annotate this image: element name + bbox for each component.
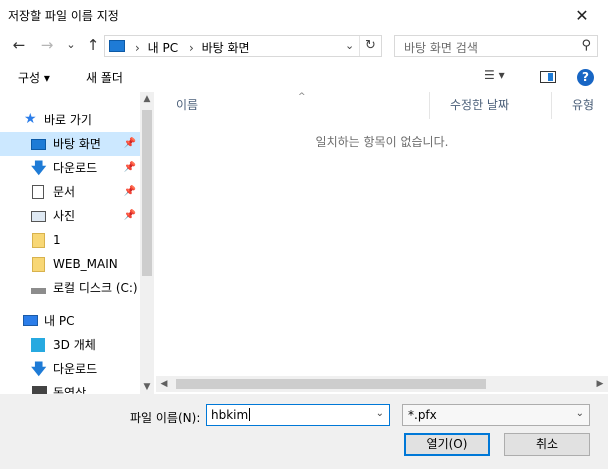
search-icon[interactable]: ⚲	[581, 38, 591, 53]
chevron-down-icon[interactable]: ⌄	[576, 408, 584, 419]
sidebar-item-desktop[interactable]: 바탕 화면 📌	[0, 132, 140, 156]
scroll-up-icon[interactable]: ▲	[140, 92, 154, 106]
column-header-name[interactable]: 이름	[156, 92, 430, 119]
folder-icon	[32, 257, 45, 272]
sidebar-item-quick-access[interactable]: ★ 바로 가기	[0, 108, 140, 132]
filename-field[interactable]: hbkim ⌄	[206, 404, 390, 426]
help-icon[interactable]: ?	[577, 69, 594, 86]
navigation-scrollbar[interactable]: ▲ ▼	[140, 92, 154, 394]
sidebar-item-pictures[interactable]: 사진 📌	[0, 204, 140, 228]
pin-icon: 📌	[123, 162, 136, 173]
breadcrumb: › 내 PC › 바탕 화면	[131, 39, 253, 56]
search-input[interactable]: 바탕 화면 검색 ⚲	[394, 35, 598, 57]
scroll-right-icon[interactable]: ▶	[592, 376, 608, 392]
pin-icon: 📌	[123, 186, 136, 197]
recent-locations-button[interactable]: ⌄	[62, 36, 80, 54]
sidebar-item-documents[interactable]: 문서 📌	[0, 180, 140, 204]
sidebar-item-label: 다운로드	[53, 161, 98, 175]
sidebar-item-folder-1[interactable]: 1	[0, 228, 140, 252]
desktop-icon	[31, 139, 46, 150]
scroll-thumb[interactable]	[176, 379, 486, 389]
pc-icon	[23, 315, 38, 326]
breadcrumb-item[interactable]: 바탕 화면	[202, 41, 250, 55]
star-icon: ★	[24, 111, 37, 127]
cancel-button[interactable]: 취소	[504, 433, 590, 456]
sidebar-item-videos[interactable]: 동영상	[0, 381, 140, 394]
organize-button[interactable]: 구성 ▾	[18, 69, 50, 86]
sort-ascending-icon: ^	[298, 92, 306, 102]
sidebar-item-label: 로컬 디스크 (C:)	[53, 281, 138, 295]
up-button[interactable]: ↑	[84, 36, 102, 54]
sidebar-item-label: WEB_MAIN	[53, 257, 118, 271]
drive-icon	[31, 288, 46, 294]
sidebar-item-label: 바탕 화면	[53, 137, 101, 151]
back-button[interactable]: ←	[10, 36, 28, 54]
breadcrumb-separator: ›	[135, 41, 140, 55]
pin-icon: 📌	[123, 138, 136, 149]
refresh-icon[interactable]: ↻	[359, 36, 381, 56]
navigation-pane: ★ 바로 가기 바탕 화면 📌 🡇 다운로드 📌 문서 📌 사진 📌 1 WEB…	[0, 92, 154, 394]
column-header-type[interactable]: 유형	[552, 92, 608, 119]
sidebar-item-pc-downloads[interactable]: 🡇 다운로드	[0, 357, 140, 381]
horizontal-scrollbar[interactable]: ◀ ▶	[156, 376, 608, 392]
footer-panel: 파일 이름(N): hbkim ⌄ *.pfx ⌄ 열기(O) 취소	[0, 394, 608, 469]
sidebar-item-downloads[interactable]: 🡇 다운로드 📌	[0, 156, 140, 180]
view-options-button[interactable]: ☰ ▾	[484, 68, 505, 82]
filetype-value: *.pfx	[408, 408, 437, 422]
download-icon: 🡇	[31, 360, 47, 378]
sidebar-item-label: 다운로드	[53, 362, 98, 376]
sidebar-item-label: 내 PC	[44, 314, 75, 328]
empty-message: 일치하는 항목이 없습니다.	[315, 135, 449, 149]
3d-objects-icon	[31, 338, 45, 352]
pin-icon: 📌	[123, 210, 136, 221]
file-list: 이름 ^ 수정한 날짜 유형 일치하는 항목이 없습니다.	[156, 92, 608, 394]
sidebar-item-label: 바로 가기	[44, 113, 92, 127]
filetype-select[interactable]: *.pfx ⌄	[402, 404, 590, 426]
chevron-down-icon[interactable]: ⌄	[376, 408, 384, 419]
close-button[interactable]: ✕	[562, 0, 602, 30]
search-placeholder: 바탕 화면 검색	[404, 41, 478, 55]
sidebar-item-3d-objects[interactable]: 3D 개체	[0, 333, 140, 357]
sidebar-item-local-disk[interactable]: 로컬 디스크 (C:)	[0, 276, 140, 300]
new-folder-button[interactable]: 새 폴더	[86, 69, 123, 86]
sidebar-item-label: 3D 개체	[53, 338, 96, 352]
open-button[interactable]: 열기(O)	[404, 433, 490, 456]
video-icon	[32, 386, 47, 394]
pc-icon	[109, 40, 125, 52]
window-title: 저장할 파일 이름 지정	[8, 9, 119, 23]
sidebar-item-label: 사진	[53, 209, 76, 223]
address-bar[interactable]: › 내 PC › 바탕 화면 ⌄ ↻	[104, 35, 382, 57]
sidebar-item-web-main[interactable]: WEB_MAIN	[0, 252, 140, 276]
scroll-left-icon[interactable]: ◀	[156, 376, 172, 392]
filename-label: 파일 이름(N):	[130, 411, 201, 425]
folder-icon	[32, 233, 45, 248]
sidebar-item-label: 동영상	[53, 386, 87, 394]
toolbar: 구성 ▾ 새 폴더 ☰ ▾ ?	[0, 62, 608, 92]
scroll-down-icon[interactable]: ▼	[140, 380, 154, 394]
breadcrumb-item[interactable]: 내 PC	[148, 41, 178, 55]
chevron-down-icon[interactable]: ⌄	[345, 39, 354, 52]
preview-pane-icon[interactable]	[540, 71, 556, 83]
scroll-thumb[interactable]	[142, 110, 152, 276]
document-icon	[32, 185, 44, 199]
pictures-icon	[31, 211, 46, 222]
download-icon: 🡇	[31, 159, 47, 177]
sidebar-item-this-pc[interactable]: 내 PC	[0, 309, 140, 333]
title-bar: 저장할 파일 이름 지정 ✕	[0, 0, 608, 30]
sidebar-item-label: 문서	[53, 185, 76, 199]
sidebar-item-label: 1	[53, 233, 61, 247]
address-row: ← → ⌄ ↑ › 내 PC › 바탕 화면 ⌄ ↻ 바탕 화면 검색 ⚲	[0, 30, 608, 62]
forward-button[interactable]: →	[38, 36, 56, 54]
filename-value: hbkim	[211, 408, 249, 422]
column-header-date-modified[interactable]: 수정한 날짜	[430, 92, 552, 119]
breadcrumb-separator: ›	[188, 41, 194, 55]
